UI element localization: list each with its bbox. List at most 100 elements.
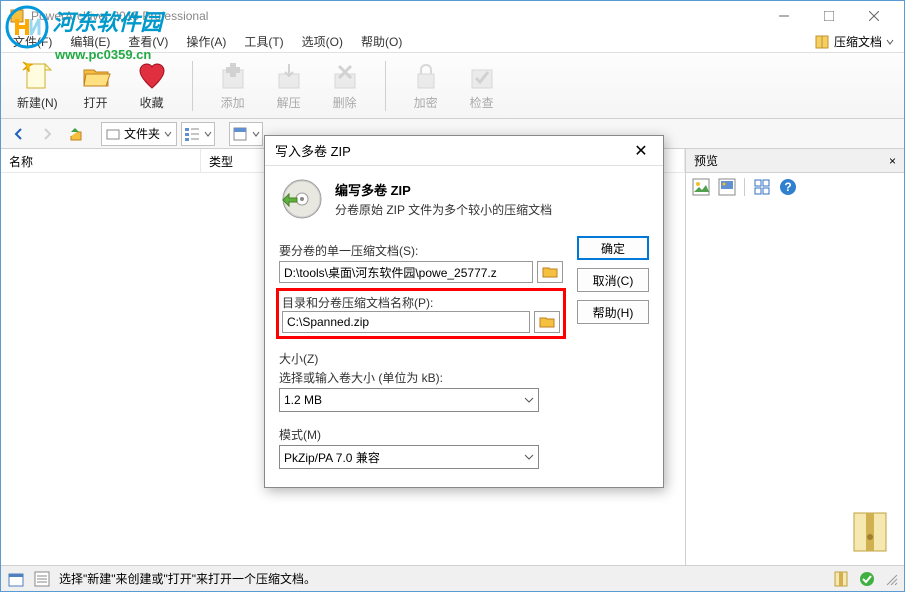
preview-help-icon[interactable]: ? <box>779 178 797 196</box>
status-check-icon[interactable] <box>858 570 876 588</box>
highlight-box: 目录和分卷压缩文档名称(P): <box>276 288 566 339</box>
source-input[interactable] <box>279 261 533 283</box>
archive-icon <box>814 34 830 50</box>
add-icon <box>217 60 249 92</box>
check-button[interactable]: 检查 <box>458 58 506 113</box>
compress-doc-label: 压缩文档 <box>834 33 882 50</box>
dialog-heading: 编写多卷 ZIP <box>335 180 552 199</box>
menu-edit[interactable]: 编辑(E) <box>62 31 118 52</box>
help-button[interactable]: 帮助(H) <box>577 300 649 324</box>
mode-select[interactable]: PkZip/PA 7.0 兼容 <box>279 445 539 469</box>
svg-text:?: ? <box>784 180 791 194</box>
minimize-button[interactable] <box>761 2 806 30</box>
encrypt-button[interactable]: 加密 <box>402 58 450 113</box>
delete-icon <box>329 60 361 92</box>
status-icon2[interactable] <box>33 570 51 588</box>
mode-label: 模式(M) <box>279 426 563 443</box>
folder-icon <box>106 127 120 141</box>
lock-icon <box>410 60 442 92</box>
maximize-button[interactable] <box>806 2 851 30</box>
new-button[interactable]: 新建(N) <box>11 58 64 113</box>
chevron-down-icon <box>524 452 534 462</box>
chevron-down-icon <box>204 130 212 138</box>
size-label1: 大小(Z) <box>279 350 563 367</box>
encrypt-label: 加密 <box>414 94 438 111</box>
span-zip-dialog: 写入多卷 ZIP ✕ 编写多卷 ZIP 分卷原始 ZIP 文件为多个较小的压缩文… <box>264 135 664 488</box>
dialog-subheading: 分卷原始 ZIP 文件为多个较小的压缩文档 <box>335 201 552 218</box>
preview-grid-icon[interactable] <box>753 178 771 196</box>
cancel-button[interactable]: 取消(C) <box>577 268 649 292</box>
preview-close-button[interactable]: × <box>889 154 896 168</box>
ok-button[interactable]: 确定 <box>577 236 649 260</box>
check-icon <box>466 60 498 92</box>
app-icon <box>9 8 25 24</box>
titlebar: PowerArchiver 2015 Professional <box>1 1 904 31</box>
status-icon1[interactable] <box>7 570 25 588</box>
preview-panel: 预览 × ? <box>686 149 904 565</box>
main-toolbar: 新建(N) 打开 收藏 添加 解压 删除 <box>1 53 904 119</box>
preview-title: 预览 <box>694 152 718 169</box>
mode-value: PkZip/PA 7.0 兼容 <box>284 449 380 466</box>
list-view-icon <box>184 126 200 142</box>
delete-button[interactable]: 删除 <box>321 58 369 113</box>
nav-up-button[interactable] <box>63 122 87 146</box>
folder-dropdown[interactable]: 文件夹 <box>101 122 177 146</box>
dest-label: 目录和分卷压缩文档名称(P): <box>282 294 560 311</box>
extract-icon <box>273 60 305 92</box>
favorite-button[interactable]: 收藏 <box>128 58 176 113</box>
menu-view[interactable]: 查看(V) <box>120 31 176 52</box>
add-label: 添加 <box>221 94 245 111</box>
menu-help[interactable]: 帮助(O) <box>353 31 410 52</box>
chevron-down-icon <box>252 130 260 138</box>
preview-image-icon[interactable] <box>692 178 710 196</box>
style-dropdown[interactable] <box>229 122 263 146</box>
status-archive-icon[interactable] <box>832 570 850 588</box>
nav-forward-button[interactable] <box>35 122 59 146</box>
statusbar: 选择"新建"来创建或"打开"来打开一个压缩文档。 <box>1 565 904 591</box>
menu-tools[interactable]: 工具(T) <box>236 31 291 52</box>
nav-back-button[interactable] <box>7 122 31 146</box>
preview-toolbar: ? <box>686 173 904 201</box>
disc-icon <box>281 178 323 220</box>
menu-file[interactable]: 文件(F) <box>5 31 60 52</box>
size-label2: 选择或输入卷大小 (单位为 kB): <box>279 369 563 386</box>
compress-doc-button[interactable]: 压缩文档 <box>808 31 900 52</box>
dest-browse-button[interactable] <box>534 311 560 333</box>
extract-button[interactable]: 解压 <box>265 58 313 113</box>
favorite-label: 收藏 <box>140 94 164 111</box>
close-button[interactable] <box>851 2 896 30</box>
check-label: 检查 <box>470 94 494 111</box>
archive-thumbnail <box>846 507 894 555</box>
view-dropdown[interactable] <box>181 122 215 146</box>
folder-label: 文件夹 <box>124 125 160 142</box>
preview-image2-icon[interactable] <box>718 178 736 196</box>
preview-body <box>686 201 904 565</box>
open-label: 打开 <box>84 94 108 111</box>
menu-action[interactable]: 操作(A) <box>178 31 234 52</box>
extract-label: 解压 <box>277 94 301 111</box>
status-resize-grip[interactable] <box>884 572 898 586</box>
status-message: 选择"新建"来创建或"打开"来打开一个压缩文档。 <box>59 570 316 587</box>
delete-label: 删除 <box>333 94 357 111</box>
chevron-down-icon <box>524 395 534 405</box>
heart-icon <box>136 60 168 92</box>
menu-options[interactable]: 选项(O) <box>294 31 351 52</box>
window-title: PowerArchiver 2015 Professional <box>31 9 761 23</box>
col-name[interactable]: 名称 <box>1 149 201 172</box>
chevron-down-icon <box>164 130 172 138</box>
style-icon <box>232 126 248 142</box>
menubar: 文件(F) 编辑(E) 查看(V) 操作(A) 工具(T) 选项(O) 帮助(O… <box>1 31 904 53</box>
dialog-title: 写入多卷 ZIP <box>275 141 629 160</box>
source-browse-button[interactable] <box>537 261 563 283</box>
size-select[interactable]: 1.2 MB <box>279 388 539 412</box>
open-button[interactable]: 打开 <box>72 58 120 113</box>
chevron-down-icon <box>886 38 894 46</box>
size-value: 1.2 MB <box>284 393 322 407</box>
source-label: 要分卷的单一压缩文档(S): <box>279 242 563 259</box>
new-icon <box>21 60 53 92</box>
dest-input[interactable] <box>282 311 530 333</box>
new-label: 新建(N) <box>17 94 58 111</box>
add-button[interactable]: 添加 <box>209 58 257 113</box>
open-icon <box>80 60 112 92</box>
dialog-close-button[interactable]: ✕ <box>629 139 653 163</box>
